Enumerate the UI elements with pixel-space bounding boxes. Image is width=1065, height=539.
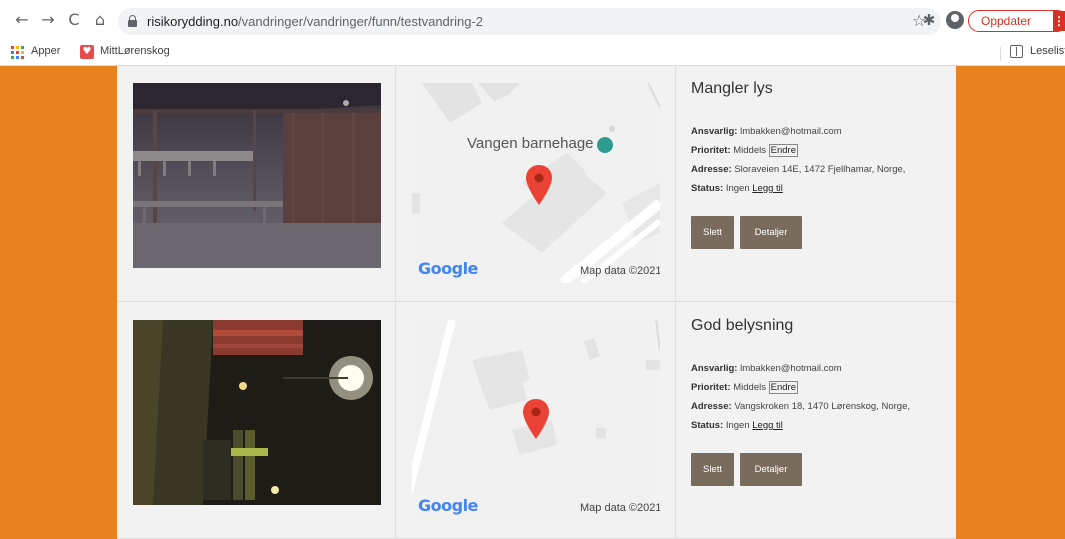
map-view[interactable]: Google Map data ©2021: [412, 320, 660, 520]
poi-label[interactable]: Vangen barnehage: [467, 135, 594, 152]
address-label: Adresse:: [691, 401, 732, 412]
finding-row: Vangen barnehage Google Map data ©2021 M…: [117, 66, 956, 302]
photo-night-street-light: [133, 320, 381, 505]
finding-details: Ansvarlig: lmbakken@hotmail.com Priorite…: [691, 122, 953, 198]
address-label: Adresse:: [691, 164, 732, 175]
url-path: /vandringer/vandringer/funn/testvandring…: [238, 14, 484, 29]
school-poi-icon[interactable]: [597, 137, 613, 153]
reading-list-label: Leseliste: [1030, 45, 1065, 57]
responsible-value: lmbakken@hotmail.com: [740, 363, 842, 374]
forward-button[interactable]: →: [38, 10, 58, 30]
bookmark-apps-label: Apper: [31, 45, 61, 57]
finding-details: Ansvarlig: lmbakken@hotmail.com Priorite…: [691, 359, 953, 435]
status-label: Status:: [691, 420, 724, 431]
address-value: Sloraveien 14E, 1472 Fjellhamar, Norge,: [734, 164, 906, 175]
bookmark-mittlorenskog[interactable]: ♥ MittLørenskog: [80, 45, 170, 59]
responsible-label: Ansvarlig:: [691, 363, 738, 374]
url-host: risikorydding.no: [147, 14, 239, 29]
map-pin-icon[interactable]: [526, 165, 552, 205]
map-cell: Vangen barnehage Google Map data ©2021: [396, 66, 676, 302]
add-status-link[interactable]: Legg til: [752, 183, 783, 194]
priority-label: Prioritet:: [691, 145, 731, 156]
heart-icon: ♥: [80, 45, 94, 59]
update-button[interactable]: Oppdater: [968, 10, 1065, 32]
apps-grid-icon: [11, 46, 24, 59]
finding-row: Google Map data ©2021 God belysning Ansv…: [117, 303, 956, 539]
delete-button[interactable]: Slett: [691, 216, 734, 249]
map-attribution[interactable]: Map data ©2021: [580, 265, 660, 277]
lock-icon: [128, 15, 137, 27]
priority-value: Middels: [733, 382, 766, 393]
finding-photo[interactable]: [133, 83, 381, 268]
responsible-label: Ansvarlig:: [691, 126, 738, 137]
add-status-link[interactable]: Legg til: [752, 420, 783, 431]
google-wordmark: Google: [418, 259, 478, 278]
extensions-puzzle-icon[interactable]: ✱: [919, 10, 939, 30]
findings-table: Vangen barnehage Google Map data ©2021 M…: [117, 66, 956, 539]
map-cell: Google Map data ©2021: [396, 303, 676, 539]
bookmark-mittlorenskog-label: MittLørenskog: [100, 45, 170, 57]
status-value: Ingen: [725, 183, 750, 194]
responsible-value: lmbakken@hotmail.com: [740, 126, 842, 137]
bookmarks-bar: Apper ♥ MittLørenskog Leseliste: [0, 40, 1065, 66]
page-content: Vangen barnehage Google Map data ©2021 M…: [0, 66, 1065, 539]
google-logo: Google: [418, 259, 478, 278]
profile-avatar-icon[interactable]: [946, 11, 964, 29]
bookmarks-separator: [1000, 47, 1001, 61]
info-cell: Mangler lys Ansvarlig: lmbakken@hotmail.…: [676, 66, 956, 302]
google-wordmark: Google: [418, 496, 478, 515]
change-priority-link[interactable]: Endre: [768, 144, 798, 157]
bookmark-apps[interactable]: Apper: [11, 45, 61, 59]
reading-list[interactable]: Leseliste: [1010, 45, 1065, 58]
photo-cell: [117, 303, 396, 539]
address-bar[interactable]: risikorydding.no/vandringer/vandringer/f…: [118, 8, 941, 35]
details-button[interactable]: Detaljer: [740, 453, 802, 486]
back-button[interactable]: ←: [12, 10, 32, 30]
info-cell: God belysning Ansvarlig: lmbakken@hotmai…: [676, 303, 956, 539]
finding-title: God belysning: [691, 317, 794, 334]
status-value: Ingen: [725, 420, 750, 431]
address-value: Vangskroken 18, 1470 Lørenskog, Norge,: [734, 401, 910, 412]
priority-label: Prioritet:: [691, 382, 731, 393]
menu-dots-icon[interactable]: ⋮: [1053, 11, 1065, 31]
url-text[interactable]: risikorydding.no/vandringer/vandringer/f…: [147, 14, 483, 29]
map-attribution[interactable]: Map data ©2021: [580, 502, 660, 514]
update-label: Oppdater: [981, 14, 1032, 28]
change-priority-link[interactable]: Endre: [768, 381, 798, 394]
status-label: Status:: [691, 183, 724, 194]
reading-list-icon: [1010, 45, 1023, 58]
delete-button[interactable]: Slett: [691, 453, 734, 486]
finding-title: Mangler lys: [691, 80, 773, 97]
photo-cell: [117, 66, 396, 302]
reload-button[interactable]: C: [64, 10, 84, 30]
google-logo: Google: [418, 496, 478, 515]
browser-toolbar: ← → C ⌂ risikorydding.no/vandringer/vand…: [0, 0, 1065, 40]
details-button[interactable]: Detaljer: [740, 216, 802, 249]
photo-night-shelter: [133, 83, 381, 268]
priority-value: Middels: [733, 145, 766, 156]
finding-photo[interactable]: [133, 320, 381, 505]
map-pin-icon[interactable]: [523, 399, 549, 439]
map-view[interactable]: Vangen barnehage Google Map data ©2021: [412, 83, 660, 283]
home-button[interactable]: ⌂: [90, 10, 110, 30]
